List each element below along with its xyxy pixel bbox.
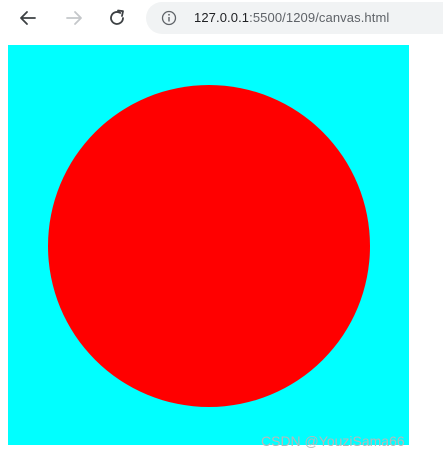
back-button[interactable]	[14, 4, 42, 32]
watermark: CSDN @YouziSama66	[261, 433, 405, 449]
page-canvas[interactable]	[8, 45, 409, 445]
url-host: 127.0.0.1	[194, 10, 250, 25]
address-bar[interactable]: 127.0.0.1:5500/1209/canvas.html	[146, 2, 443, 34]
info-icon[interactable]	[161, 10, 177, 26]
arrow-left-icon	[20, 11, 36, 25]
arrow-right-icon	[66, 11, 82, 25]
url-text[interactable]: 127.0.0.1:5500/1209/canvas.html	[194, 10, 389, 26]
browser-toolbar: 127.0.0.1:5500/1209/canvas.html	[0, 0, 443, 36]
red-circle	[48, 85, 370, 407]
url-path: :5500/1209/canvas.html	[249, 10, 390, 25]
forward-button[interactable]	[60, 4, 88, 32]
reload-button[interactable]	[103, 4, 131, 32]
reload-icon	[110, 9, 124, 25]
